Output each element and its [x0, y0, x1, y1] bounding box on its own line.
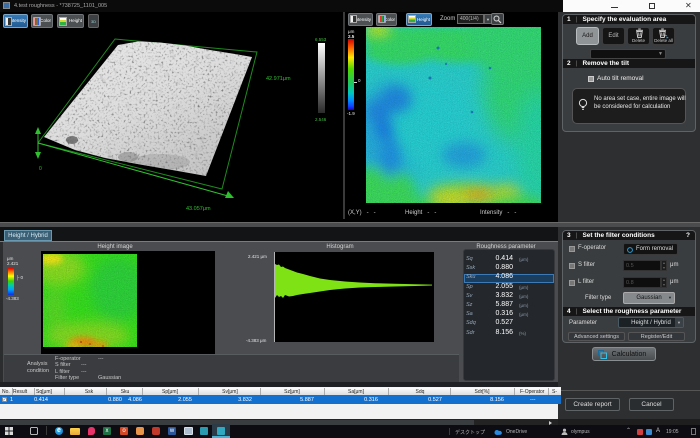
svg-text:43.057μm: 43.057μm [186, 206, 211, 212]
svg-text:0: 0 [39, 166, 42, 172]
svg-text:42.971μm: 42.971μm [266, 76, 291, 82]
